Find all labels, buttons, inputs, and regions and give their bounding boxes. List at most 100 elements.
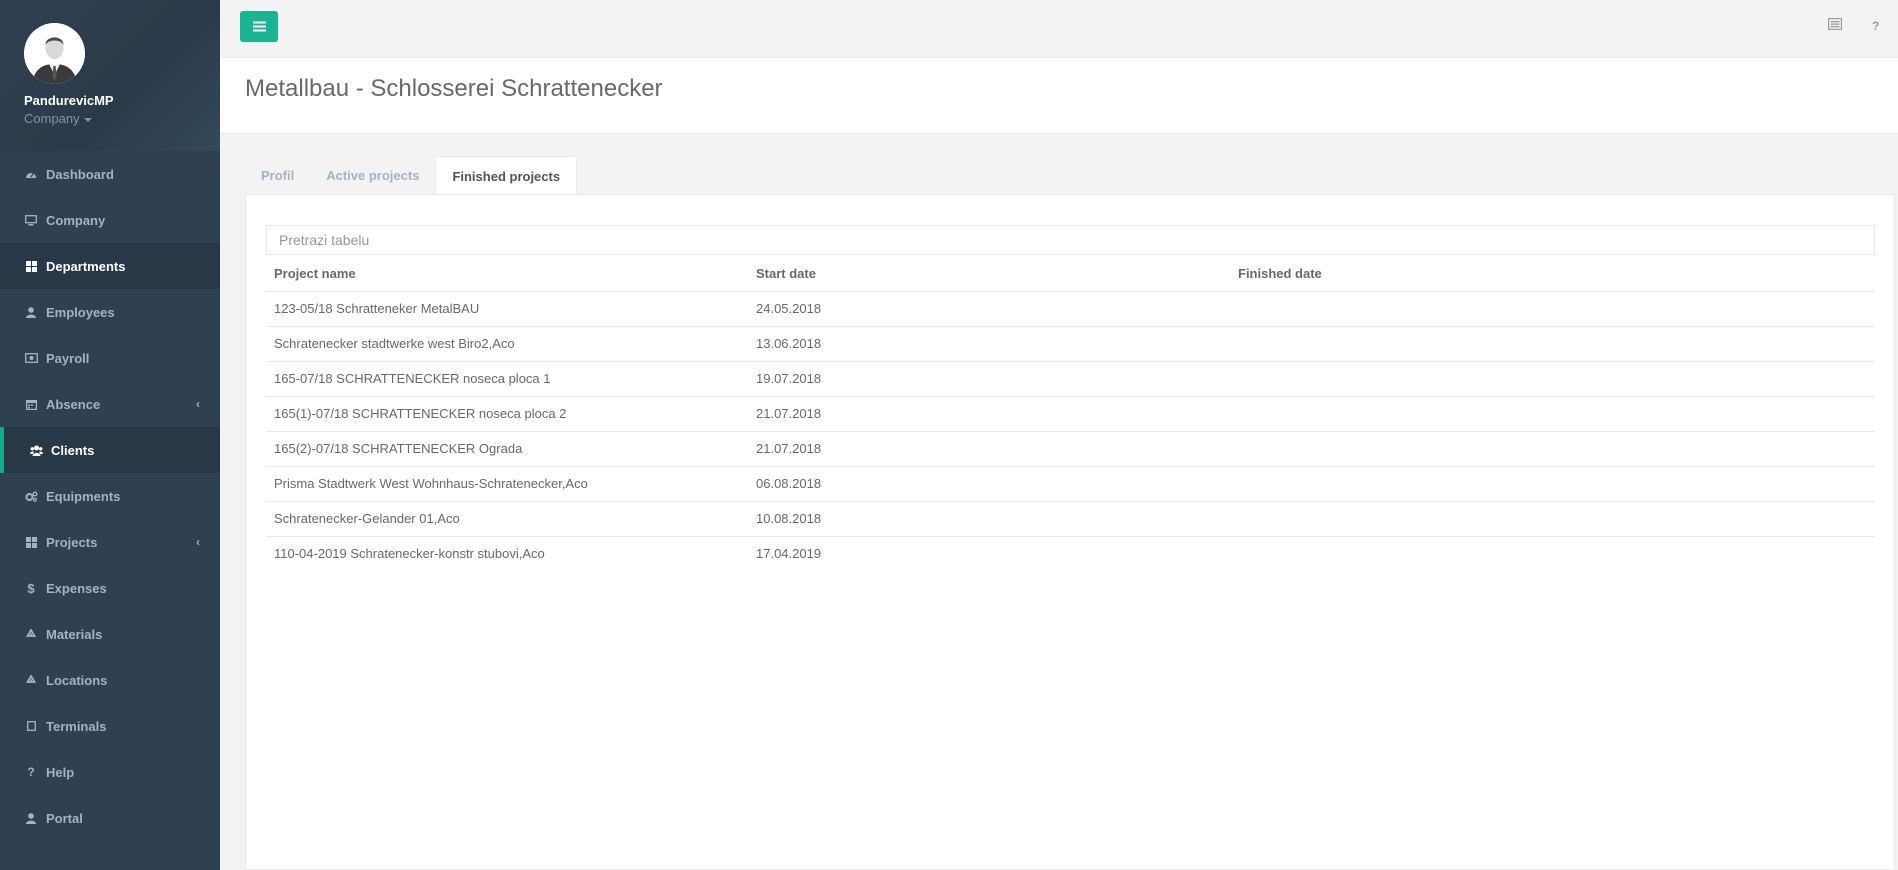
table-row[interactable]: 165-07/18 SCHRATTENECKER noseca ploca 1 … [266,361,1875,397]
sidebar-item-terminals[interactable]: Terminals [0,703,220,749]
sidebar-item-dashboard[interactable]: Dashboard [0,151,220,197]
table-row[interactable]: 123-05/18 Schratteneker MetalBAU 24.05.2… [266,291,1875,327]
role-dropdown[interactable]: Company [24,111,220,126]
sidebar-item-absence[interactable]: Absence ‹ [0,381,220,427]
chevron-left-icon: ‹ [196,397,200,411]
tab-bar: Profil Active projects Finished projects [245,156,578,195]
sidebar-item-label: Equipments [46,488,121,504]
start-date-cell: 10.08.2018 [748,501,1230,537]
finished-date-cell [1230,431,1875,467]
sidebar-nav: Dashboard Company Departments Employees … [0,151,220,841]
question-icon[interactable]: ? [1872,19,1879,33]
finished-date-cell [1230,536,1875,571]
sidebar-item-label: Payroll [46,350,90,366]
sidebar-item-label: Absence [46,396,101,412]
start-date-cell: 19.07.2018 [748,361,1230,397]
finished-date-cell [1230,326,1875,362]
profile-header: PandurevicMP Company [0,0,220,151]
square-icon [24,721,38,731]
search-input[interactable] [266,225,1875,255]
tachometer-icon [24,169,38,179]
table-row[interactable]: Schratenecker-Gelander 01,Aco 10.08.2018 [266,501,1875,537]
table-row[interactable]: Schratenecker stadtwerke west Biro2,Aco … [266,326,1875,362]
sidebar-item-label: Locations [46,672,108,688]
cogs-icon [24,491,38,502]
desktop-icon [24,214,38,226]
sidebar-item-label: Clients [51,442,95,458]
role-dropdown-label: Company [24,111,80,126]
project-name-cell: Prisma Stadtwerk West Wohnhaus-Schratene… [266,466,748,502]
caret-down-icon [83,117,92,122]
dollar-icon: $ [27,580,35,596]
sidebar-item-employees[interactable]: Employees [0,289,220,335]
sidebar-item-projects[interactable]: Projects ‹ [0,519,220,565]
column-header-start-date[interactable]: Start date [748,257,1230,292]
sidebar-item-label: Expenses [46,580,107,596]
grid-icon [24,260,38,272]
question-icon: ? [27,765,35,779]
tab-active-projects[interactable]: Active projects [310,156,435,195]
finished-date-cell [1230,466,1875,502]
start-date-cell: 17.04.2019 [756,546,822,562]
column-header-finished-date[interactable]: Finished date [1230,257,1875,292]
table-row[interactable]: 165(1)-07/18 SCHRATTENECKER noseca ploca… [266,396,1875,432]
sidebar-item-label: Dashboard [46,166,114,182]
tab-content-panel: Project name Start date Finished date 12… [245,194,1895,870]
user-name: PandurevicMP [24,93,114,108]
start-date-cell: 21.07.2018 [748,396,1230,432]
start-date-cell: 13.06.2018 [748,326,1230,362]
tab-profil[interactable]: Profil [245,156,310,195]
start-date-cell: 24.05.2018 [748,291,1230,327]
list-icon[interactable] [1828,18,1843,33]
sidebar-item-label: Terminals [46,718,107,734]
tab-finished-projects[interactable]: Finished projects [435,156,578,195]
start-date-cell: 06.08.2018 [748,466,1230,502]
projects-table: Project name Start date Finished date 12… [266,257,1875,571]
sidebar-item-label: Help [46,764,75,780]
finished-date-cell [1230,396,1875,432]
recycle-icon [24,674,38,686]
project-name-cell: Schratenecker-Gelander 01,Aco [266,501,748,537]
project-name-cell: 110-04-2019 Schratenecker-konstr stubovi… [274,546,545,562]
user-icon [24,306,38,318]
menu-toggle-button[interactable] [240,11,278,42]
user-icon [24,812,38,824]
bars-icon [252,21,266,32]
avatar[interactable] [24,23,85,84]
sidebar-item-materials[interactable]: Materials [0,611,220,657]
recycle-icon [24,628,38,640]
start-date-cell: 21.07.2018 [748,431,1230,467]
sidebar-item-label: Departments [46,258,126,274]
sidebar-item-label: Projects [46,534,98,550]
sidebar-item-label: Materials [46,626,103,642]
money-icon [24,353,38,363]
sidebar-item-locations[interactable]: Locations [0,657,220,703]
sidebar-item-company[interactable]: Company [0,197,220,243]
page-title: Metallbau - Schlosserei Schrattenecker [245,75,663,102]
table-header-row: Project name Start date Finished date [266,257,1875,292]
table-row[interactable]: 110-04-2019 Schratenecker-konstr stubovi… [266,536,1875,571]
project-name-cell: 165(2)-07/18 SCHRATTENECKER Ograda [266,431,748,467]
sidebar-item-departments[interactable]: Departments [0,243,220,289]
users-icon [29,445,43,456]
project-name-cell: Schratenecker stadtwerke west Biro2,Aco [266,326,748,362]
sidebar-item-help[interactable]: ? Help [0,749,220,795]
table-row[interactable]: 165(2)-07/18 SCHRATTENECKER Ograda 21.07… [266,431,1875,467]
sidebar-item-clients[interactable]: Clients [0,427,220,473]
finished-date-cell [1230,501,1875,537]
chevron-left-icon: ‹ [196,535,200,549]
project-name-cell: 165-07/18 SCHRATTENECKER noseca ploca 1 [266,361,748,397]
project-name-cell: 165(1)-07/18 SCHRATTENECKER noseca ploca… [266,396,748,432]
calendar-icon [24,399,38,410]
grid-icon [24,536,38,548]
project-name-cell: 123-05/18 Schratteneker MetalBAU [266,291,748,327]
page-heading: Metallbau - Schlosserei Schrattenecker [220,58,1898,134]
sidebar-item-expenses[interactable]: $ Expenses [0,565,220,611]
sidebar-item-payroll[interactable]: Payroll [0,335,220,381]
table-row[interactable]: Prisma Stadtwerk West Wohnhaus-Schratene… [266,466,1875,502]
sidebar-item-equipments[interactable]: Equipments [0,473,220,519]
sidebar-item-portal[interactable]: Portal [0,795,220,841]
top-navbar: ? [220,0,1898,58]
column-header-project-name[interactable]: Project name [266,257,748,292]
sidebar: PandurevicMP Company Dashboard Company D… [0,0,220,870]
